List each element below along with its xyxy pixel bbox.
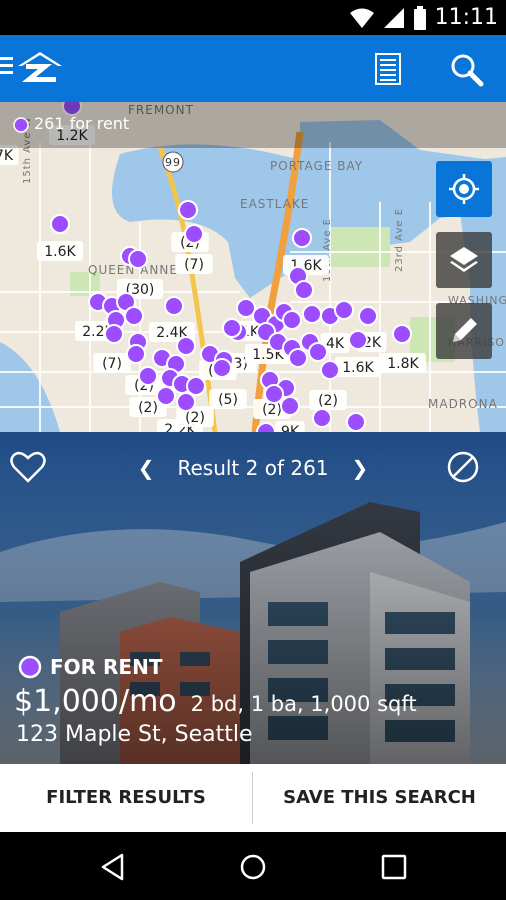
cluster-label[interactable]: 7K bbox=[0, 145, 19, 165]
listing-marker[interactable] bbox=[346, 412, 366, 432]
cluster-label-text: 1.6K bbox=[44, 244, 76, 260]
action-bar: FILTER RESULTS SAVE THIS SEARCH bbox=[0, 764, 506, 832]
cluster-label[interactable]: (2) bbox=[309, 390, 347, 410]
listing-price: $1,000/mo bbox=[14, 684, 177, 719]
cluster-label-text: 4K bbox=[326, 336, 345, 352]
listing-marker[interactable] bbox=[288, 348, 308, 368]
svg-text:PORTAGE BAY: PORTAGE BAY bbox=[270, 159, 363, 173]
listing-marker[interactable] bbox=[358, 306, 378, 326]
cluster-label-text: 1.8K bbox=[387, 356, 419, 372]
listing-marker[interactable] bbox=[104, 324, 124, 344]
layers-icon bbox=[450, 247, 478, 272]
result-position: Result 2 of 261 bbox=[177, 456, 329, 480]
listing-marker[interactable] bbox=[256, 422, 276, 432]
next-result-icon[interactable]: ❯ bbox=[345, 451, 375, 485]
cluster-label-text: (2) bbox=[138, 400, 158, 416]
listing-marker[interactable] bbox=[282, 310, 302, 330]
listing-status-label: FOR RENT bbox=[50, 655, 163, 679]
cluster-label-text: (2) bbox=[262, 402, 282, 418]
cluster-label[interactable]: 1.6K bbox=[37, 241, 83, 261]
listing-marker[interactable] bbox=[312, 408, 332, 428]
listing-status: FOR RENT bbox=[18, 654, 162, 680]
save-search-button[interactable]: SAVE THIS SEARCH bbox=[253, 764, 506, 832]
system-nav-bar bbox=[0, 832, 506, 900]
wifi-icon bbox=[349, 8, 374, 28]
listing-marker[interactable] bbox=[178, 200, 198, 220]
draw-icon bbox=[453, 318, 477, 342]
listing-address: 123 Maple St, Seattle bbox=[16, 722, 253, 747]
svg-text:23rd Ave E: 23rd Ave E bbox=[394, 208, 405, 272]
map[interactable]: 99 FREMONT PORTAGE BAY EASTLAKE QUEEN AN… bbox=[0, 102, 506, 432]
listing-details: 2 bd, 1 ba, 1,000 sqft bbox=[190, 692, 417, 716]
listing-marker[interactable] bbox=[280, 396, 300, 416]
cluster-label-text: (7) bbox=[102, 356, 122, 372]
svg-text:99: 99 bbox=[165, 156, 181, 169]
listing-marker[interactable] bbox=[308, 342, 328, 362]
cluster-label[interactable]: 1.8K bbox=[380, 353, 426, 373]
listing-marker[interactable] bbox=[164, 296, 184, 316]
filter-results-button[interactable]: FILTER RESULTS bbox=[0, 764, 252, 832]
recents-icon[interactable] bbox=[380, 853, 408, 881]
listing-marker[interactable] bbox=[392, 324, 412, 344]
cluster-label-text: (7) bbox=[184, 257, 204, 273]
listing-marker[interactable] bbox=[176, 392, 196, 412]
listing-marker[interactable] bbox=[50, 214, 70, 234]
listing-marker[interactable] bbox=[126, 344, 146, 364]
cluster-label[interactable]: 1.6K bbox=[335, 357, 381, 377]
svg-text:EASTLAKE: EASTLAKE bbox=[240, 197, 309, 211]
layers-button[interactable] bbox=[436, 232, 492, 288]
home-icon[interactable] bbox=[238, 852, 268, 882]
cluster-label[interactable]: (7) bbox=[175, 254, 213, 274]
listing-marker[interactable] bbox=[128, 249, 148, 269]
search-icon[interactable] bbox=[450, 53, 484, 87]
battery-icon bbox=[413, 5, 426, 30]
listing-marker[interactable] bbox=[294, 280, 314, 300]
status-time: 11:11 bbox=[434, 5, 498, 30]
cluster-label-text: (5) bbox=[218, 392, 238, 408]
count-dot-icon bbox=[13, 117, 29, 133]
prev-result-icon[interactable]: ❮ bbox=[131, 451, 161, 485]
listing-marker[interactable] bbox=[184, 224, 204, 244]
listing-marker[interactable] bbox=[222, 318, 242, 338]
listing-marker[interactable] bbox=[186, 376, 206, 396]
status-bar: 11:11 bbox=[0, 0, 506, 35]
listing-price-row: $1,000/mo 2 bd, 1 ba, 1,000 sqft bbox=[14, 684, 417, 724]
cluster-label-text: (2) bbox=[185, 410, 205, 426]
cluster-label[interactable]: 9K bbox=[275, 421, 305, 432]
app-bar bbox=[0, 35, 506, 102]
map-canvas[interactable]: 99 FREMONT PORTAGE BAY EASTLAKE QUEEN AN… bbox=[0, 102, 506, 432]
svg-text:MADRONA: MADRONA bbox=[428, 397, 498, 411]
status-icons: 11:11 bbox=[349, 4, 498, 31]
locate-icon bbox=[449, 174, 479, 204]
locate-button[interactable] bbox=[436, 161, 492, 217]
listing-marker[interactable] bbox=[264, 384, 284, 404]
listing-marker[interactable] bbox=[334, 300, 354, 320]
listing-marker[interactable] bbox=[156, 386, 176, 406]
listing-marker[interactable] bbox=[212, 358, 232, 378]
cluster-label[interactable]: (5) bbox=[209, 389, 247, 409]
cluster-label-text: 7K bbox=[0, 148, 14, 164]
list-icon[interactable] bbox=[375, 53, 401, 85]
hide-listing-icon[interactable] bbox=[446, 450, 480, 484]
listing-marker[interactable] bbox=[124, 306, 144, 326]
listing-marker[interactable] bbox=[302, 304, 322, 324]
cluster-label[interactable]: (7) bbox=[93, 353, 131, 373]
result-navigator: ❮ Result 2 of 261 ❯ bbox=[0, 451, 506, 485]
cluster-label-text: 9K bbox=[281, 424, 300, 432]
signal-icon bbox=[383, 7, 404, 28]
cluster-label-text: 1.6K bbox=[342, 360, 374, 376]
back-icon[interactable] bbox=[98, 852, 128, 882]
listing-marker[interactable] bbox=[138, 366, 158, 386]
cluster-label-text: (2) bbox=[318, 393, 338, 409]
result-count: 261 for rent bbox=[34, 114, 130, 133]
listing-marker[interactable] bbox=[176, 336, 196, 356]
listing-marker[interactable] bbox=[292, 228, 312, 248]
draw-button[interactable] bbox=[436, 303, 492, 359]
listing-marker[interactable] bbox=[348, 330, 368, 350]
listing-marker[interactable] bbox=[320, 360, 340, 380]
status-dot-icon bbox=[18, 655, 42, 679]
zillow-logo[interactable] bbox=[0, 49, 64, 87]
